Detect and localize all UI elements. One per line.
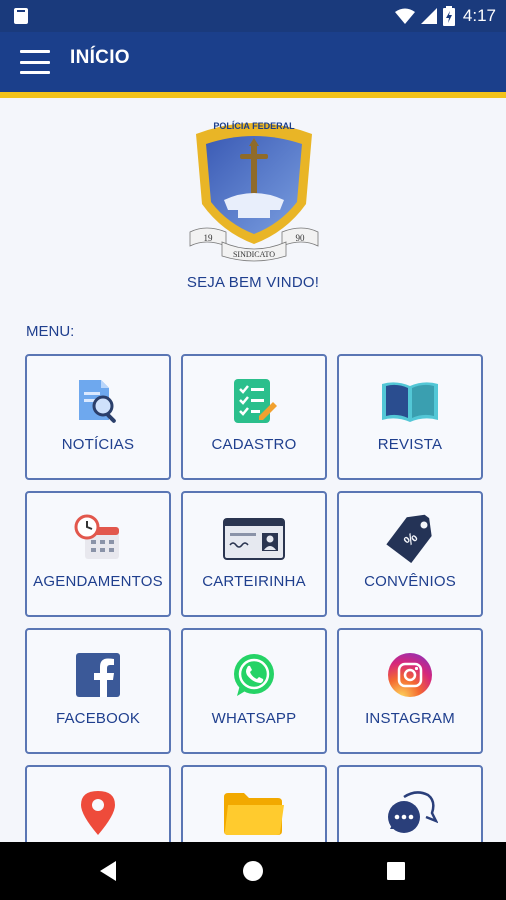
tile-noticias[interactable]: NOTÍCIAS xyxy=(25,354,171,480)
calendar-clock-icon xyxy=(74,514,119,559)
system-navigation-bar xyxy=(0,842,506,900)
welcome-text: SEJA BEM VINDO! xyxy=(186,274,320,291)
tile-documents[interactable] xyxy=(181,765,327,842)
tile-revista[interactable]: REVISTA xyxy=(337,354,483,480)
tile-label: INSTAGRAM xyxy=(365,710,455,727)
police-union-emblem-icon: POLÍCIA FEDERAL 19 90 SINDICATO xyxy=(189,121,319,262)
emblem-year-right: 90 xyxy=(296,233,306,243)
tile-label: AGENDAMENTOS xyxy=(33,573,163,590)
tile-label: CADASTRO xyxy=(211,436,297,453)
main-content: POLÍCIA FEDERAL 19 90 SINDICATO SEJA BEM… xyxy=(0,98,506,842)
tile-location[interactable] xyxy=(25,765,171,842)
status-time: 4:17 xyxy=(462,6,496,25)
menu-grid: NOTÍCIAS CADASTRO REVISTA AGENDAMENTOS C… xyxy=(25,354,483,842)
location-pin-icon xyxy=(81,791,115,835)
tile-label: NOTÍCIAS xyxy=(61,436,135,453)
tile-label: CONVÊNIOS xyxy=(364,573,456,590)
tile-chat[interactable] xyxy=(337,765,483,842)
tile-label: CARTEIRINHA xyxy=(202,573,306,590)
tile-label: FACEBOOK xyxy=(55,710,141,727)
instagram-icon xyxy=(388,653,432,697)
id-card-icon xyxy=(223,518,285,560)
wifi-icon xyxy=(394,8,415,24)
open-book-icon xyxy=(382,382,438,422)
tile-instagram[interactable]: INSTAGRAM xyxy=(337,628,483,754)
tile-label: REVISTA xyxy=(377,436,443,453)
back-icon[interactable] xyxy=(98,861,118,881)
chat-bubbles-icon xyxy=(388,791,438,833)
tile-label: WHATSAPP xyxy=(211,710,297,727)
tile-carteirinha[interactable]: CARTEIRINHA xyxy=(181,491,327,617)
tile-cadastro[interactable]: CADASTRO xyxy=(181,354,327,480)
checklist-icon xyxy=(234,379,277,423)
sd-card-icon xyxy=(14,8,28,24)
tile-convenios[interactable]: % CONVÊNIOS xyxy=(337,491,483,617)
tile-whatsapp[interactable]: WHATSAPP xyxy=(181,628,327,754)
signal-icon xyxy=(420,8,437,24)
discount-tag-icon: % xyxy=(386,514,432,563)
facebook-icon xyxy=(76,653,120,697)
recent-apps-icon[interactable] xyxy=(387,862,405,880)
tile-facebook[interactable]: FACEBOOK xyxy=(25,628,171,754)
hamburger-menu-icon[interactable] xyxy=(20,50,50,74)
tile-agendamentos[interactable]: AGENDAMENTOS xyxy=(25,491,171,617)
emblem-year-left: 19 xyxy=(204,233,214,243)
news-search-icon xyxy=(79,380,116,423)
emblem-top-text: POLÍCIA FEDERAL xyxy=(213,121,295,131)
status-bar: 4:17 xyxy=(0,0,506,32)
page-title: INÍCIO xyxy=(70,47,130,68)
whatsapp-icon xyxy=(234,654,274,696)
emblem-bottom-text: SINDICATO xyxy=(233,250,275,259)
folder-icon xyxy=(224,793,284,835)
home-icon[interactable] xyxy=(243,861,263,881)
menu-heading: MENU: xyxy=(26,323,75,340)
battery-icon xyxy=(442,6,455,26)
